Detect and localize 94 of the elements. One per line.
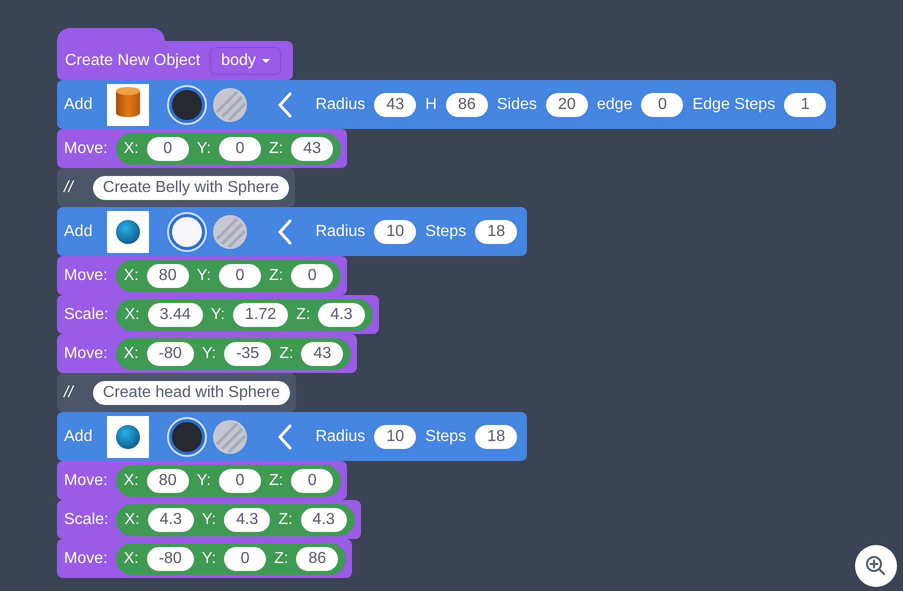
block-label: Move: <box>64 470 108 490</box>
texture-swatch-icon <box>213 420 248 454</box>
axis-label: Z: <box>278 510 293 530</box>
number-field[interactable]: -35 <box>224 342 272 366</box>
number-field[interactable]: 18 <box>475 424 518 448</box>
param-label: Sides <box>496 94 537 114</box>
axis-label: Z: <box>279 344 294 364</box>
number-field[interactable]: 43 <box>301 342 344 366</box>
comment-field[interactable]: Create head with Sphere <box>92 380 290 404</box>
axis-label: X: <box>124 266 139 286</box>
zoom-in-icon <box>865 555 887 577</box>
number-field[interactable]: 1 <box>784 92 826 116</box>
param-label: Steps <box>425 426 466 446</box>
number-field[interactable]: 4.3 <box>300 508 347 532</box>
chevron-left-icon <box>277 218 294 244</box>
axis-label: X: <box>124 510 140 530</box>
axis-label: Y: <box>196 266 211 286</box>
comment-field[interactable]: Create Belly with Sphere <box>92 176 289 200</box>
comment-marker: // <box>64 178 73 198</box>
color-swatch[interactable] <box>169 418 206 454</box>
axis-label: Y: <box>202 510 216 530</box>
axis-label: X: <box>124 470 139 490</box>
number-field[interactable]: 80 <box>146 468 189 492</box>
axis-label: Y: <box>196 138 211 158</box>
axis-label: Z: <box>268 138 284 158</box>
number-field[interactable]: 4.3 <box>148 508 194 532</box>
number-field[interactable]: 0 <box>291 264 334 288</box>
number-field[interactable]: 0 <box>146 136 189 160</box>
color-swatch[interactable] <box>169 214 206 250</box>
axis-label: Y: <box>196 470 211 490</box>
block-label: Move: <box>64 344 108 364</box>
number-field[interactable]: 0 <box>641 92 684 116</box>
axis-label: X: <box>124 138 139 158</box>
axis-label: Z: <box>296 304 310 324</box>
texture-swatch-icon <box>213 214 248 248</box>
collapse-button[interactable] <box>277 218 294 244</box>
block-label: Move: <box>64 548 108 568</box>
collapse-button[interactable] <box>277 424 294 450</box>
block-label: Add <box>64 426 92 446</box>
block-label: Scale: <box>64 510 108 530</box>
block-label: Move: <box>64 266 108 286</box>
number-field[interactable]: 10 <box>374 220 416 244</box>
number-field[interactable]: 1.72 <box>232 302 288 326</box>
axis-label: Y: <box>210 304 225 324</box>
axis-label: Z: <box>268 470 284 490</box>
param-label: Radius <box>315 222 366 242</box>
collapse-button[interactable] <box>277 92 294 118</box>
axis-label: Z: <box>268 266 284 286</box>
shape-thumbnail[interactable] <box>107 210 150 252</box>
number-field[interactable]: 18 <box>475 220 518 244</box>
block-label: Create New Object <box>65 50 200 70</box>
number-field[interactable]: 43 <box>291 136 334 160</box>
caret-icon <box>262 58 270 62</box>
zoom-in-button[interactable] <box>855 545 897 587</box>
shape-thumbnail[interactable] <box>107 84 150 126</box>
param-label: Steps <box>425 222 466 242</box>
number-field[interactable]: 43 <box>374 92 416 116</box>
number-field[interactable]: 4.3 <box>224 508 270 532</box>
number-field[interactable]: 86 <box>296 546 338 570</box>
axis-label: X: <box>124 548 139 568</box>
number-field[interactable]: 0 <box>218 264 261 288</box>
texture-swatch-icon <box>213 88 248 122</box>
number-field[interactable]: 3.44 <box>148 302 203 326</box>
number-field[interactable]: -80 <box>146 546 194 570</box>
number-field[interactable]: 0 <box>224 546 266 570</box>
axis-label: Y: <box>202 344 216 364</box>
number-field[interactable]: 0 <box>218 136 261 160</box>
axis-label: Z: <box>274 548 288 568</box>
comment-marker: // <box>64 382 73 402</box>
param-label: Edge Steps <box>692 94 776 114</box>
object-dropdown[interactable]: body <box>210 46 281 74</box>
param-label: edge <box>596 94 632 114</box>
axis-label: X: <box>124 344 139 364</box>
axis-label: X: <box>124 304 140 324</box>
axis-label: Y: <box>202 548 216 568</box>
number-field[interactable]: 80 <box>146 264 189 288</box>
number-field[interactable]: 86 <box>446 92 488 116</box>
chevron-left-icon <box>277 424 294 450</box>
number-field[interactable]: -80 <box>146 342 194 366</box>
shape-thumbnail[interactable] <box>107 416 150 458</box>
number-field[interactable]: 4.3 <box>318 302 365 326</box>
block-label: Add <box>64 222 92 242</box>
number-field[interactable]: 0 <box>291 468 334 492</box>
number-field[interactable]: 10 <box>374 424 416 448</box>
param-label: Radius <box>315 94 366 114</box>
block-label: Add <box>64 94 92 114</box>
number-field[interactable]: 0 <box>218 468 261 492</box>
param-label: H <box>425 94 437 114</box>
chevron-left-icon <box>277 92 294 118</box>
block-label: Scale: <box>64 304 108 324</box>
color-swatch[interactable] <box>169 86 206 122</box>
block-label: Move: <box>64 138 108 158</box>
param-label: Radius <box>315 426 366 446</box>
number-field[interactable]: 20 <box>546 92 588 116</box>
